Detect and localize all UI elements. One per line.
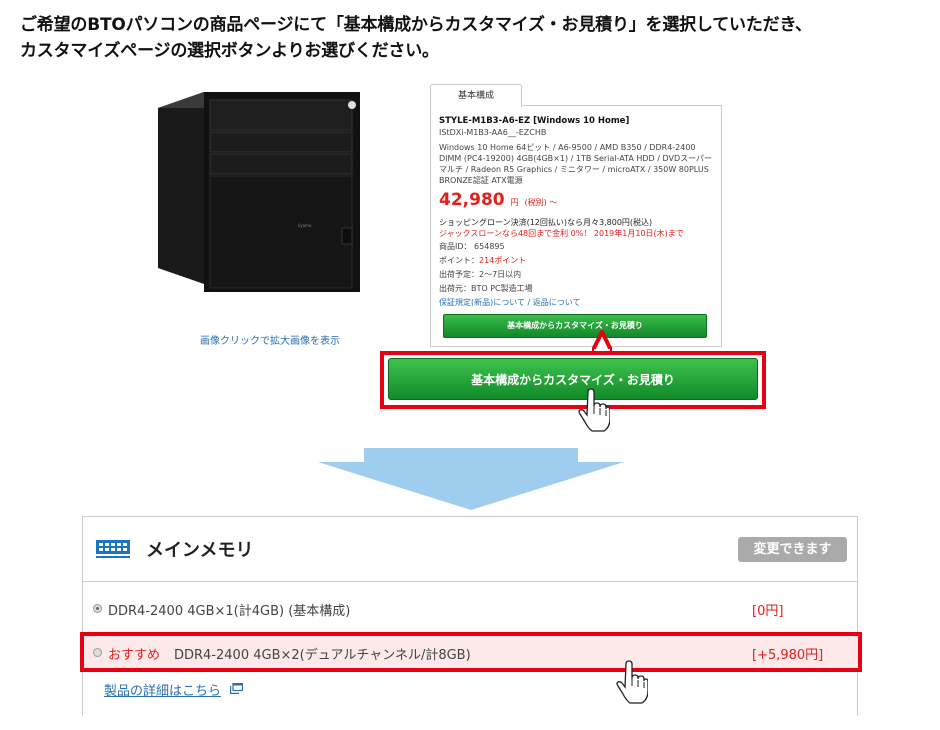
price-note: (税別) ～: [524, 198, 558, 207]
price-value: 42,980: [439, 190, 505, 210]
memory-option-1-radio[interactable]: [93, 604, 102, 613]
memory-option-1-label[interactable]: DDR4-2400 4GB×1(計4GB) (基本構成): [108, 600, 350, 619]
product-code: IStDXi-M1B3-AA6__-EZCHB: [439, 128, 547, 137]
product-panel: STYLE-M1B3-A6-EZ [Windows 10 Home] IStDX…: [430, 105, 722, 347]
product-title: STYLE-M1B3-A6-EZ [Windows 10 Home]: [439, 116, 630, 126]
loan-info: ショッピングローン決済(12回払い)なら月々3,800円(税込): [439, 218, 653, 227]
product-id: 商品ID： 654895: [439, 242, 505, 251]
memory-option-2-radio[interactable]: [93, 648, 102, 657]
instruction-line-2: カスタマイズページの選択ボタンよりお選びください。: [20, 41, 439, 61]
memory-option-2-price: [+5,980円]: [752, 648, 824, 663]
policy-links[interactable]: 保証規定(新品)について / 返品について: [439, 297, 581, 308]
instruction-text: ご希望のBTOパソコンの商品ページにて「基本構成からカスタマイズ・お見積り」を選…: [20, 12, 930, 64]
product-detail-link[interactable]: 製品の詳細はこちら: [104, 680, 221, 699]
customize-button-large[interactable]: 基本構成からカスタマイズ・お見積り: [388, 358, 758, 400]
product-price: 42,980 円 (税別) ～: [439, 190, 557, 210]
price-unit: 円: [510, 198, 519, 207]
point-info: ポイント：214ポイント: [439, 255, 526, 266]
product-spec: Windows 10 Home 64ビット / A6-9500 / AMD B3…: [439, 143, 713, 185]
hand-cursor-icon: [578, 388, 610, 432]
recommend-label: おすすめ: [108, 648, 161, 663]
callout-pointer: [592, 330, 612, 352]
memory-section-title: メインメモリ: [146, 540, 254, 561]
ship-schedule: 出荷予定：2～7日以内: [439, 270, 522, 279]
product-image[interactable]: iiyama: [150, 78, 380, 298]
customize-button-small[interactable]: 基本構成からカスタマイズ・お見積り: [443, 314, 707, 338]
external-window-icon: [230, 683, 243, 694]
changeable-badge: 変更できます: [738, 537, 847, 562]
point-value: 214ポイント: [479, 256, 527, 265]
instruction-line-1: ご希望のBTOパソコンの商品ページにて「基本構成からカスタマイズ・お見積り」を選…: [20, 15, 812, 35]
ship-from: 出荷元：BTO PC製造工場: [439, 284, 533, 293]
memory-option-2-label[interactable]: DDR4-2400 4GB×2(デュアルチャンネル/計8GB): [174, 644, 471, 663]
tab-basic-config[interactable]: 基本構成: [430, 84, 522, 107]
memory-icon: [96, 540, 130, 558]
point-label: ポイント：: [439, 256, 479, 265]
hand-cursor-icon: [616, 660, 648, 704]
brand-mark: iiyama: [298, 223, 312, 228]
down-arrow-icon: [318, 448, 624, 510]
enlarge-image-link[interactable]: 画像クリックで拡大画像を表示: [170, 332, 370, 347]
memory-option-1-price: [0円]: [752, 604, 784, 619]
loan-campaign: ジャックスローンなら48回まで金利 0%！ 2019年1月10日(木)まで: [439, 229, 684, 238]
